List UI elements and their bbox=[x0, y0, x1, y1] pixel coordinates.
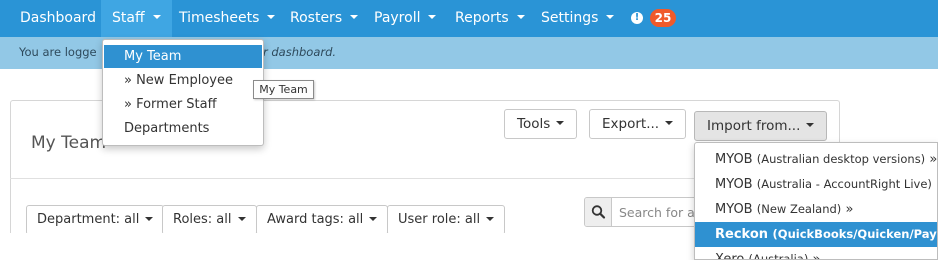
import-item-name: MYOB bbox=[715, 152, 753, 167]
award-tags-filter-label: Award tags: all bbox=[267, 212, 364, 227]
panel-divider bbox=[499, 178, 694, 179]
chevron-right-icon: » bbox=[845, 202, 854, 217]
nav-rosters[interactable]: Rosters bbox=[290, 0, 359, 37]
import-item-name: MYOB bbox=[715, 177, 753, 192]
import-item-detail: (New Zealand) bbox=[756, 202, 842, 216]
nav-staff[interactable]: Staff bbox=[101, 0, 172, 37]
chevron-right-icon: » bbox=[929, 152, 938, 167]
import-item-myob-au-desktop[interactable]: MYOB (Australian desktop versions) » bbox=[695, 147, 938, 172]
chevron-down-icon bbox=[606, 15, 615, 19]
tooltip: My Team bbox=[253, 80, 314, 99]
import-item-xero[interactable]: Xero (Australia) » bbox=[695, 247, 937, 260]
menu-item-label: » Former Staff bbox=[124, 97, 217, 112]
user-role-filter-label: User role: all bbox=[398, 212, 481, 227]
menu-item-my-team[interactable]: My Team bbox=[104, 45, 262, 68]
import-item-name: MYOB bbox=[715, 202, 753, 217]
import-item-detail: (Australia - AccountRight Live) bbox=[756, 177, 932, 191]
nav-staff-label: Staff bbox=[112, 10, 145, 26]
roles-filter-label: Roles: all bbox=[173, 212, 232, 227]
chevron-down-icon bbox=[428, 15, 437, 19]
chevron-down-icon bbox=[350, 15, 359, 19]
import-item-name: Xero bbox=[715, 252, 745, 260]
user-role-filter[interactable]: User role: all bbox=[387, 205, 506, 235]
staff-dropdown-menu: My Team » New Employee » Former Staff De… bbox=[102, 39, 264, 146]
menu-item-label: My Team bbox=[124, 49, 182, 64]
menu-item-departments[interactable]: Departments bbox=[104, 117, 262, 140]
roles-filter[interactable]: Roles: all bbox=[162, 205, 257, 235]
nav-reports[interactable]: Reports bbox=[455, 0, 525, 37]
export-button-label: Export... bbox=[602, 116, 660, 132]
department-filter[interactable]: Department: all bbox=[26, 205, 165, 235]
chevron-down-icon bbox=[486, 216, 495, 221]
tools-button[interactable]: Tools bbox=[504, 109, 578, 139]
menu-item-former-staff[interactable]: » Former Staff bbox=[104, 93, 262, 116]
import-item-detail: (QuickBooks/Quicken/Payroll bbox=[772, 227, 937, 241]
chevron-down-icon bbox=[556, 121, 565, 125]
nav-reports-label: Reports bbox=[455, 10, 509, 26]
nav-settings-label: Settings bbox=[541, 10, 599, 26]
search-icon bbox=[591, 205, 606, 219]
department-filter-label: Department: all bbox=[37, 212, 140, 227]
nav-rosters-label: Rosters bbox=[290, 10, 343, 26]
import-from-button[interactable]: Import from... bbox=[694, 111, 828, 141]
nav-payroll-label: Payroll bbox=[374, 10, 421, 26]
notification-badge[interactable]: 25 bbox=[650, 9, 676, 27]
import-from-menu: MYOB (Australian desktop versions) » MYO… bbox=[694, 142, 938, 260]
chevron-down-icon bbox=[267, 15, 276, 19]
import-item-myob-nz[interactable]: MYOB (New Zealand) » bbox=[695, 197, 937, 222]
chevron-down-icon bbox=[145, 216, 154, 221]
import-item-detail: (Australia) bbox=[748, 252, 809, 260]
nav-payroll[interactable]: Payroll bbox=[374, 0, 437, 37]
award-tags-filter[interactable]: Award tags: all bbox=[256, 205, 389, 235]
menu-item-label: » New Employee bbox=[124, 73, 233, 88]
import-item-reckon[interactable]: Reckon (QuickBooks/Quicken/Payroll bbox=[695, 222, 937, 247]
export-button[interactable]: Export... bbox=[589, 109, 687, 139]
chevron-down-icon bbox=[806, 123, 815, 127]
panel-divider bbox=[10, 178, 499, 179]
top-navbar: Dashboard Staff Timesheets Rosters Payro… bbox=[0, 0, 938, 37]
nav-dashboard-label: Dashboard bbox=[20, 10, 96, 26]
page-title: My Team bbox=[31, 133, 107, 153]
import-item-detail: (Australian desktop versions) bbox=[756, 152, 926, 166]
chevron-down-icon bbox=[665, 121, 674, 125]
chevron-down-icon bbox=[237, 216, 246, 221]
logged-in-text-end: r dashboard. bbox=[263, 45, 337, 59]
nav-timesheets[interactable]: Timesheets bbox=[179, 0, 276, 37]
logged-in-text-start: You are logge bbox=[19, 45, 97, 59]
nav-timesheets-label: Timesheets bbox=[179, 10, 260, 26]
search-icon-addon bbox=[585, 198, 612, 226]
nav-settings[interactable]: Settings bbox=[541, 0, 615, 37]
import-item-name: Reckon bbox=[715, 227, 769, 242]
chevron-down-icon bbox=[152, 15, 161, 19]
menu-item-new-employee[interactable]: » New Employee bbox=[104, 69, 262, 92]
page-background bbox=[0, 233, 694, 260]
alert-icon[interactable]: ! bbox=[631, 12, 643, 24]
import-item-myob-au-accountright[interactable]: MYOB (Australia - AccountRight Live) » bbox=[695, 172, 937, 197]
nav-dashboard[interactable]: Dashboard bbox=[20, 0, 96, 37]
chevron-down-icon bbox=[369, 216, 378, 221]
chevron-down-icon bbox=[516, 15, 525, 19]
tools-button-label: Tools bbox=[517, 116, 551, 132]
menu-item-label: Departments bbox=[124, 121, 210, 136]
import-from-button-label: Import from... bbox=[707, 118, 801, 134]
chevron-right-icon: » bbox=[812, 252, 821, 260]
